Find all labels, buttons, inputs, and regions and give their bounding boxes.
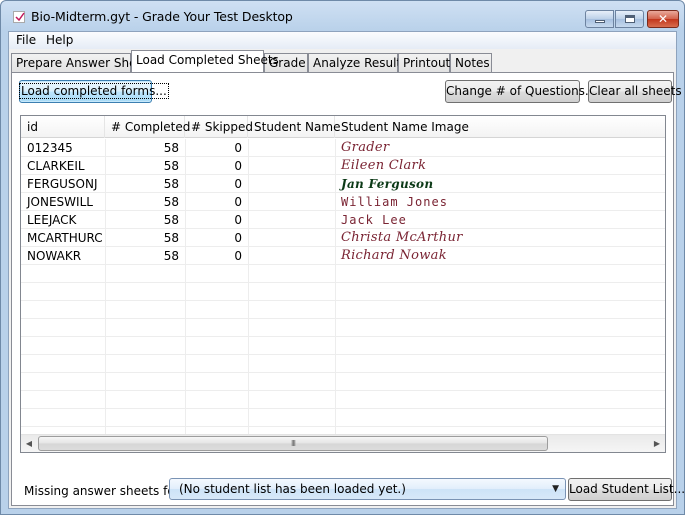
cell-student-name (248, 139, 335, 157)
document-check-icon (13, 11, 25, 23)
table-row[interactable] (21, 409, 665, 427)
table-row[interactable] (21, 373, 665, 391)
table-row[interactable]: FERGUSONJ 58 0 Jan Ferguson (21, 175, 665, 193)
load-completed-forms-button[interactable]: Load completed forms... (19, 80, 169, 103)
cell-skipped: 0 (234, 159, 242, 173)
cell-skipped: 0 (234, 249, 242, 263)
scroll-right-icon[interactable]: ▶ (651, 438, 663, 450)
missing-sheets-label: Missing answer sheets for: (24, 484, 184, 498)
cell-completed: 58 (163, 141, 179, 155)
load-completed-forms-label: Load completed forms... (19, 83, 169, 99)
cell-student-name (248, 211, 335, 229)
menu-file[interactable]: File (13, 33, 39, 47)
cell-student-name (248, 193, 335, 211)
cell-student-name-image: Grader (341, 140, 390, 155)
clear-all-sheets-button[interactable]: Clear all sheets (588, 80, 682, 103)
app-window: Bio-Midterm.gyt - Grade Your Test Deskto… (0, 0, 685, 515)
scroll-left-icon[interactable]: ◀ (23, 438, 35, 450)
tab-printout[interactable]: Printout (398, 53, 450, 72)
grip-icon: III (290, 439, 296, 448)
cell-student-name-image: William Jones (341, 195, 448, 209)
change-question-count-button[interactable]: Change # of Questions... (445, 80, 596, 103)
cell-skipped: 0 (234, 195, 242, 209)
cell-skipped: 0 (234, 177, 242, 191)
column-header-skipped[interactable]: # Skipped (185, 116, 253, 138)
table-row[interactable]: 012345 58 0 Grader (21, 139, 665, 157)
table-row[interactable]: JONESWILL 58 0 William Jones (21, 193, 665, 211)
load-completed-sheets-panel: Load completed forms... Change # of Ques… (11, 72, 685, 506)
cell-id: FERGUSONJ (27, 177, 98, 191)
cell-id: CLARKEIL (27, 159, 85, 173)
column-header-id[interactable]: id (21, 116, 105, 138)
completed-sheets-grid[interactable]: id # Completed # Skipped Student Name St… (20, 115, 666, 453)
cell-student-name-image: Christa McArthur (341, 230, 463, 245)
cell-skipped: 0 (234, 231, 242, 245)
window-title: Bio-Midterm.gyt - Grade Your Test Deskto… (31, 9, 293, 24)
missing-sheets-value: (No student list has been loaded yet.) (179, 482, 406, 496)
column-header-student-name[interactable]: Student Name (248, 116, 340, 138)
chevron-down-icon: ▼ (552, 484, 559, 494)
cell-student-name-image: Jack Lee (341, 213, 407, 227)
tab-load-completed-sheets[interactable]: Load Completed Sheets (131, 50, 279, 72)
column-header-student-name-image[interactable]: Student Name Image (335, 116, 665, 138)
cell-completed: 58 (163, 213, 179, 227)
cell-completed: 58 (163, 249, 179, 263)
cell-student-name (248, 157, 335, 175)
cell-id: JONESWILL (27, 195, 93, 209)
table-row[interactable]: LEEJACK 58 0 Jack Lee (21, 211, 665, 229)
table-row[interactable] (21, 319, 665, 337)
client-area: File Help Prepare Answer Sheet Load Comp… (8, 31, 685, 509)
cell-id: NOWAKR (27, 249, 82, 263)
horizontal-scrollbar[interactable]: ◀ III ▶ (21, 434, 665, 452)
cell-completed: 58 (163, 159, 179, 173)
load-student-list-button[interactable]: Load Student List... (568, 478, 685, 501)
tab-prepare-answer-sheet[interactable]: Prepare Answer Sheet (11, 53, 149, 72)
tab-notes[interactable]: Notes (450, 53, 492, 72)
table-row[interactable]: CLARKEIL 58 0 Eileen Clark (21, 157, 665, 175)
table-row[interactable] (21, 283, 665, 301)
table-row[interactable] (21, 337, 665, 355)
cell-id: MCARTHURC (27, 231, 103, 245)
menu-help[interactable]: Help (43, 33, 76, 47)
tab-strip: Prepare Answer Sheet Load Completed Shee… (9, 50, 676, 72)
missing-sheets-dropdown[interactable]: (No student list has been loaded yet.) ▼ (169, 478, 566, 500)
cell-student-name-image: Richard Nowak (341, 248, 447, 263)
cell-id: LEEJACK (27, 213, 77, 227)
cell-skipped: 0 (234, 141, 242, 155)
minimize-icon (595, 20, 605, 23)
table-row[interactable] (21, 301, 665, 319)
cell-student-name (248, 247, 335, 265)
cell-student-name-image: Eileen Clark (341, 158, 427, 173)
grid-header: id # Completed # Skipped Student Name St… (21, 116, 665, 138)
title-bar[interactable]: Bio-Midterm.gyt - Grade Your Test Deskto… (1, 1, 684, 31)
cell-student-name (248, 229, 335, 247)
cell-student-name-image: Jan Ferguson (341, 177, 434, 191)
maximize-button[interactable] (615, 10, 644, 28)
tab-analyze-results[interactable]: Analyze Results (308, 53, 407, 72)
table-row[interactable]: MCARTHURC 58 0 Christa McArthur (21, 229, 665, 247)
table-row[interactable] (21, 265, 665, 283)
table-row[interactable]: NOWAKR 58 0 Richard Nowak (21, 247, 665, 265)
cell-completed: 58 (163, 177, 179, 191)
minimize-button[interactable] (585, 10, 614, 28)
table-row[interactable] (21, 355, 665, 373)
cell-student-name (248, 175, 335, 193)
scrollbar-thumb[interactable]: III (38, 436, 548, 451)
table-row[interactable] (21, 391, 665, 409)
close-icon: ✕ (657, 12, 669, 26)
cell-skipped: 0 (234, 213, 242, 227)
cell-completed: 58 (163, 231, 179, 245)
column-header-completed[interactable]: # Completed (105, 116, 190, 138)
cell-id: 012345 (27, 141, 73, 155)
maximize-icon (625, 15, 635, 23)
cell-completed: 58 (163, 195, 179, 209)
menu-bar: File Help (9, 32, 676, 49)
close-button[interactable]: ✕ (647, 10, 679, 28)
